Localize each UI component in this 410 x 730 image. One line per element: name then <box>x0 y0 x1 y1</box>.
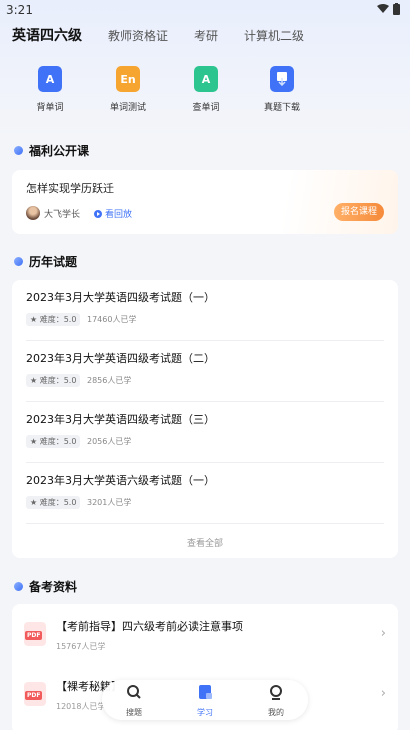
nav-profile[interactable]: 我的 <box>246 684 306 718</box>
avatar <box>26 206 40 220</box>
view-all-link[interactable]: 查看全部 <box>12 536 398 549</box>
difficulty-badge: ★ 难度：5.0 <box>26 313 81 326</box>
pdf-icon: PDF <box>24 622 46 646</box>
difficulty-badge: ★ 难度：5.0 <box>26 435 81 448</box>
section-dot-icon <box>14 146 23 155</box>
exam-item[interactable]: 2023年3月大学英语四级考试题（二） ★ 难度：5.0 2856人已学 <box>26 341 384 402</box>
quick-action-label: 真题下载 <box>263 103 300 113</box>
status-time: 3:21 <box>6 3 33 17</box>
study-book-icon <box>199 685 212 699</box>
play-icon <box>94 209 102 218</box>
quick-action-lookup[interactable]: A 查单词 <box>166 66 246 113</box>
section-materials: 备考资料 <box>14 578 77 595</box>
replay-link[interactable]: 看回放 <box>94 207 132 220</box>
material-title: 【考前指导】四六级考前必读注意事项 <box>56 620 243 633</box>
section-public-course: 福利公开课 <box>14 142 89 159</box>
teacher-name: 大飞学长 <box>44 210 81 220</box>
exam-title: 2023年3月大学英语四级考试题（一） <box>26 291 215 304</box>
learners-count: 17460人已学 <box>87 315 137 324</box>
section-past-exams: 历年试题 <box>14 253 77 270</box>
enroll-button[interactable]: 报名课程 <box>334 203 384 221</box>
wifi-icon <box>377 4 389 13</box>
bottom-nav: 搜题 学习 我的 <box>102 680 308 720</box>
learners-count: 3201人已学 <box>87 498 132 507</box>
course-card[interactable]: 怎样实现学历跃迁 大飞学长 看回放 报名课程 <box>12 170 398 234</box>
tab-postgrad[interactable]: 考研 <box>194 26 218 46</box>
quick-action-label: 背单词 <box>36 103 64 113</box>
nav-label: 搜题 <box>126 708 142 717</box>
chevron-right-icon: › <box>380 626 386 641</box>
quick-action-label: 单词测试 <box>109 103 146 113</box>
exam-title: 2023年3月大学英语四级考试题（三） <box>26 413 215 426</box>
word-lookup-icon: A <box>194 66 218 92</box>
nav-label: 我的 <box>268 708 284 717</box>
exam-item[interactable]: 2023年3月大学英语四级考试题（三） ★ 难度：5.0 2056人已学 <box>26 402 384 463</box>
quick-actions: A 背单词 En 单词测试 A 查单词 真题下载 <box>0 66 410 118</box>
exam-title: 2023年3月大学英语六级考试题（一） <box>26 474 215 487</box>
profile-icon <box>270 685 282 700</box>
exam-item[interactable]: 2023年3月大学英语六级考试题（一） ★ 难度：5.0 3201人已学 <box>26 463 384 524</box>
status-bar: 3:21 <box>0 0 410 20</box>
status-icons <box>377 3 400 15</box>
section-dot-icon <box>14 257 23 266</box>
quick-action-download[interactable]: 真题下载 <box>242 66 322 113</box>
replay-label: 看回放 <box>105 210 133 220</box>
quick-action-word-test[interactable]: En 单词测试 <box>88 66 168 113</box>
section-title: 备考资料 <box>29 580 78 594</box>
material-item[interactable]: PDF 【考前指导】四六级考前必读注意事项 15767人已学 › <box>12 604 398 664</box>
learners-count: 2856人已学 <box>87 376 132 385</box>
exam-item[interactable]: 2023年3月大学英语四级考试题（一） ★ 难度：5.0 17460人已学 <box>26 280 384 341</box>
chevron-right-icon: › <box>380 686 386 701</box>
top-tabs: 英语四六级 教师资格证 考研 计算机二级 <box>12 24 330 46</box>
exam-title: 2023年3月大学英语四级考试题（二） <box>26 352 215 365</box>
difficulty-badge: ★ 难度：5.0 <box>26 496 81 509</box>
learners-count: 2056人已学 <box>87 437 132 446</box>
section-dot-icon <box>14 582 23 591</box>
past-exams-card: 2023年3月大学英语四级考试题（一） ★ 难度：5.0 17460人已学 20… <box>12 280 398 558</box>
nav-search[interactable]: 搜题 <box>104 684 164 718</box>
course-title: 怎样实现学历跃迁 <box>26 182 114 195</box>
section-title: 历年试题 <box>29 255 78 269</box>
tab-computer-level2[interactable]: 计算机二级 <box>244 26 304 46</box>
quick-action-vocab[interactable]: A 背单词 <box>10 66 90 113</box>
quick-action-label: 查单词 <box>192 103 220 113</box>
pdf-icon: PDF <box>24 682 46 706</box>
material-count: 15767人已学 <box>56 642 106 651</box>
nav-study[interactable]: 学习 <box>175 684 235 718</box>
difficulty-badge: ★ 难度：5.0 <box>26 374 81 387</box>
material-count: 12018人已学 <box>56 702 106 711</box>
nav-label: 学习 <box>197 708 213 717</box>
battery-icon <box>393 3 400 15</box>
search-icon <box>127 685 141 699</box>
word-test-icon: En <box>116 66 140 92</box>
tab-cet[interactable]: 英语四六级 <box>12 26 82 46</box>
tab-teacher-cert[interactable]: 教师资格证 <box>108 26 168 46</box>
download-icon <box>270 66 294 92</box>
section-title: 福利公开课 <box>29 144 90 158</box>
vocab-book-icon: A <box>38 66 62 92</box>
